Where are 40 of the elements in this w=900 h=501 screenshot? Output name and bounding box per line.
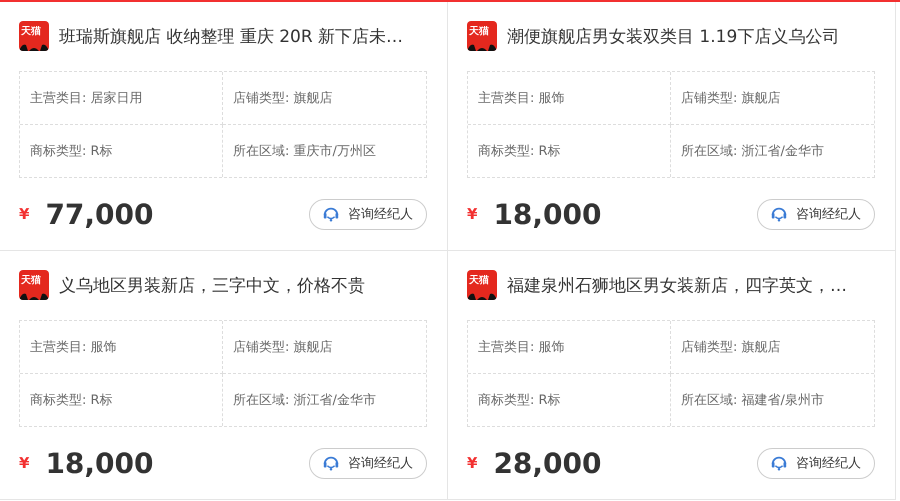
field-text: 主营类目: 服饰 (478, 339, 565, 356)
headset-icon (770, 454, 788, 472)
field-text: 主营类目: 服饰 (30, 339, 117, 356)
field-text: 所在区域: 浙江省/金华市 (681, 143, 824, 160)
currency-sign: ¥ (19, 205, 30, 223)
listing-title[interactable]: 义乌地区男装新店，三字中文，价格不贵 (59, 274, 365, 296)
field-text: 店铺类型: 旗舰店 (681, 90, 781, 107)
price: 77,000 (45, 198, 154, 230)
field-text: 主营类目: 居家日用 (30, 90, 143, 107)
field-text: 商标类型: R标 (478, 143, 561, 160)
store-badge: 天猫 (467, 21, 497, 51)
headset-icon (322, 205, 340, 223)
price: 18,000 (45, 446, 154, 480)
field-text: 所在区域: 重庆市/万州区 (233, 143, 376, 160)
field-text: 所在区域: 福建省/泉州市 (681, 392, 824, 409)
store-badge: 天猫 (19, 21, 49, 51)
consult-agent-button[interactable]: 咨询经纪人 (757, 198, 875, 230)
field-text: 店铺类型: 旗舰店 (233, 90, 333, 107)
consult-agent-button[interactable]: 咨询经纪人 (309, 448, 427, 478)
field-text: 商标类型: R标 (478, 392, 561, 409)
consult-agent-button[interactable]: 咨询经纪人 (309, 198, 427, 230)
headset-icon (770, 205, 788, 223)
price: 28,000 (493, 446, 602, 480)
price: 18,000 (493, 198, 602, 230)
currency-sign: ¥ (19, 454, 30, 472)
currency-sign: ¥ (467, 454, 478, 472)
store-badge: 天猫 (467, 270, 497, 300)
currency-sign: ¥ (467, 205, 478, 223)
field-text: 商标类型: R标 (30, 392, 113, 409)
store-badge: 天猫 (19, 270, 49, 300)
headset-icon (322, 454, 340, 472)
listing-title[interactable]: 福建泉州石狮地区男女装新店，四字英文，… (507, 274, 847, 296)
field-text: 所在区域: 浙江省/金华市 (233, 392, 376, 409)
listing-title[interactable]: 班瑞斯旗舰店 收纳整理 重庆 20R 新下店未… (59, 24, 404, 48)
field-text: 主营类目: 服饰 (478, 90, 565, 107)
field-text: 店铺类型: 旗舰店 (681, 339, 781, 356)
field-text: 商标类型: R标 (30, 143, 113, 160)
consult-agent-button[interactable]: 咨询经纪人 (757, 448, 875, 478)
field-text: 店铺类型: 旗舰店 (233, 339, 333, 356)
listing-title[interactable]: 潮便旗舰店男女装双类目 1.19下店义乌公司 (507, 24, 840, 48)
